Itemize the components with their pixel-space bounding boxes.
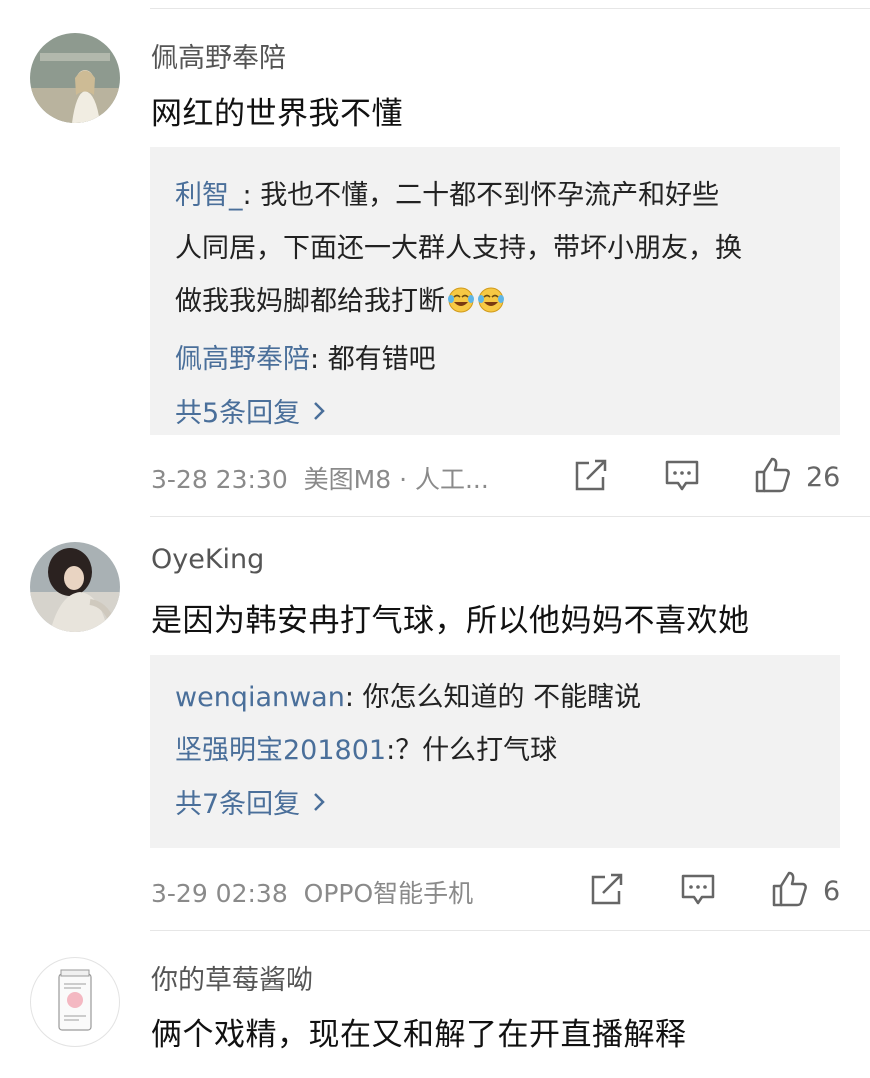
comment-text: 是因为韩安冉打气球，所以他妈妈不喜欢她 bbox=[151, 603, 750, 639]
like-count: 6 bbox=[823, 875, 841, 907]
reply-username[interactable]: 坚强明宝201801 bbox=[175, 735, 386, 766]
username[interactable]: 佩高野奉陪 bbox=[151, 36, 286, 75]
share-button[interactable] bbox=[589, 872, 625, 910]
share-icon bbox=[589, 872, 625, 910]
comment-icon bbox=[664, 459, 700, 497]
reply-item: wenqianwan: 你怎么知道的 不能瞎说 bbox=[175, 671, 816, 724]
reply-item: 佩高野奉陪: 都有错吧 bbox=[175, 333, 816, 386]
device-source: OPPO智能手机 bbox=[303, 879, 474, 908]
chevron-right-icon bbox=[312, 386, 326, 442]
more-replies-label: 共7条回复 bbox=[175, 789, 301, 820]
comment-meta: 3-28 23:30 美图M8 · 人工... bbox=[151, 460, 489, 496]
reply-separator: : bbox=[344, 682, 363, 713]
avatar[interactable] bbox=[30, 33, 120, 123]
comment-text: 俩个戏精，现在又和解了在开直播解释 bbox=[151, 1017, 687, 1053]
chevron-right-icon bbox=[312, 777, 326, 833]
top-divider bbox=[150, 8, 870, 9]
comment-divider bbox=[150, 516, 870, 517]
comment-divider bbox=[150, 930, 870, 931]
avatar[interactable] bbox=[30, 957, 120, 1047]
thumbs-up-icon bbox=[771, 870, 809, 912]
reply-text: 都有错吧 bbox=[327, 344, 436, 375]
reply-text-line: 人同居，下面还一大群人支持，带坏小朋友，换 bbox=[175, 233, 742, 264]
reply-box[interactable]: 利智_: 我也不懂，二十都不到怀孕流产和好些 人同居，下面还一大群人支持，带坏小… bbox=[150, 147, 840, 435]
share-button[interactable] bbox=[573, 458, 609, 496]
share-icon bbox=[573, 458, 609, 496]
reply-item: 坚强明宝201801:？什么打气球 bbox=[175, 724, 816, 777]
reply-username[interactable]: 利智_ bbox=[175, 180, 243, 211]
comment-icon bbox=[680, 873, 716, 911]
reply-separator: : bbox=[386, 735, 396, 766]
reply-text: 我也不懂，二十都不到怀孕流产和好些 bbox=[260, 180, 720, 211]
reply-box[interactable]: wenqianwan: 你怎么知道的 不能瞎说 坚强明宝201801:？什么打气… bbox=[150, 655, 840, 848]
more-replies-link[interactable]: 共5条回复 bbox=[175, 386, 816, 442]
comment-button[interactable] bbox=[680, 873, 716, 911]
thumbs-up-icon bbox=[754, 456, 792, 498]
like-button[interactable]: 26 bbox=[754, 456, 840, 498]
timestamp: 3-29 02:38 bbox=[151, 879, 288, 908]
like-button[interactable]: 6 bbox=[771, 870, 840, 912]
reply-text: ？什么打气球 bbox=[395, 735, 558, 766]
more-replies-link[interactable]: 共7条回复 bbox=[175, 777, 816, 833]
comment-button[interactable] bbox=[664, 459, 700, 497]
reply-separator: : bbox=[310, 344, 328, 375]
comment-text: 网红的世界我不懂 bbox=[151, 96, 403, 132]
avatar[interactable] bbox=[30, 542, 120, 632]
reply-separator: : bbox=[242, 180, 261, 211]
laughing-crying-emoji-icon bbox=[447, 280, 507, 333]
username[interactable]: 你的草莓酱呦 bbox=[151, 958, 313, 997]
more-replies-label: 共5条回复 bbox=[175, 398, 301, 429]
reply-username[interactable]: wenqianwan bbox=[175, 682, 345, 713]
reply-text: 做我我妈脚都给我打断 bbox=[175, 286, 445, 317]
reply-text: 你怎么知道的 不能瞎说 bbox=[362, 682, 642, 713]
reply-text-line: 做我我妈脚都给我打断 bbox=[175, 275, 816, 333]
device-source: 美图M8 · 人工... bbox=[303, 465, 489, 494]
username[interactable]: OyeKing bbox=[151, 544, 264, 575]
timestamp: 3-28 23:30 bbox=[151, 465, 288, 494]
like-count: 26 bbox=[806, 461, 841, 493]
reply-username[interactable]: 佩高野奉陪 bbox=[175, 344, 310, 375]
reply-item: 利智_: 我也不懂，二十都不到怀孕流产和好些 bbox=[175, 169, 816, 222]
comment-meta: 3-29 02:38 OPPO智能手机 bbox=[151, 874, 473, 910]
